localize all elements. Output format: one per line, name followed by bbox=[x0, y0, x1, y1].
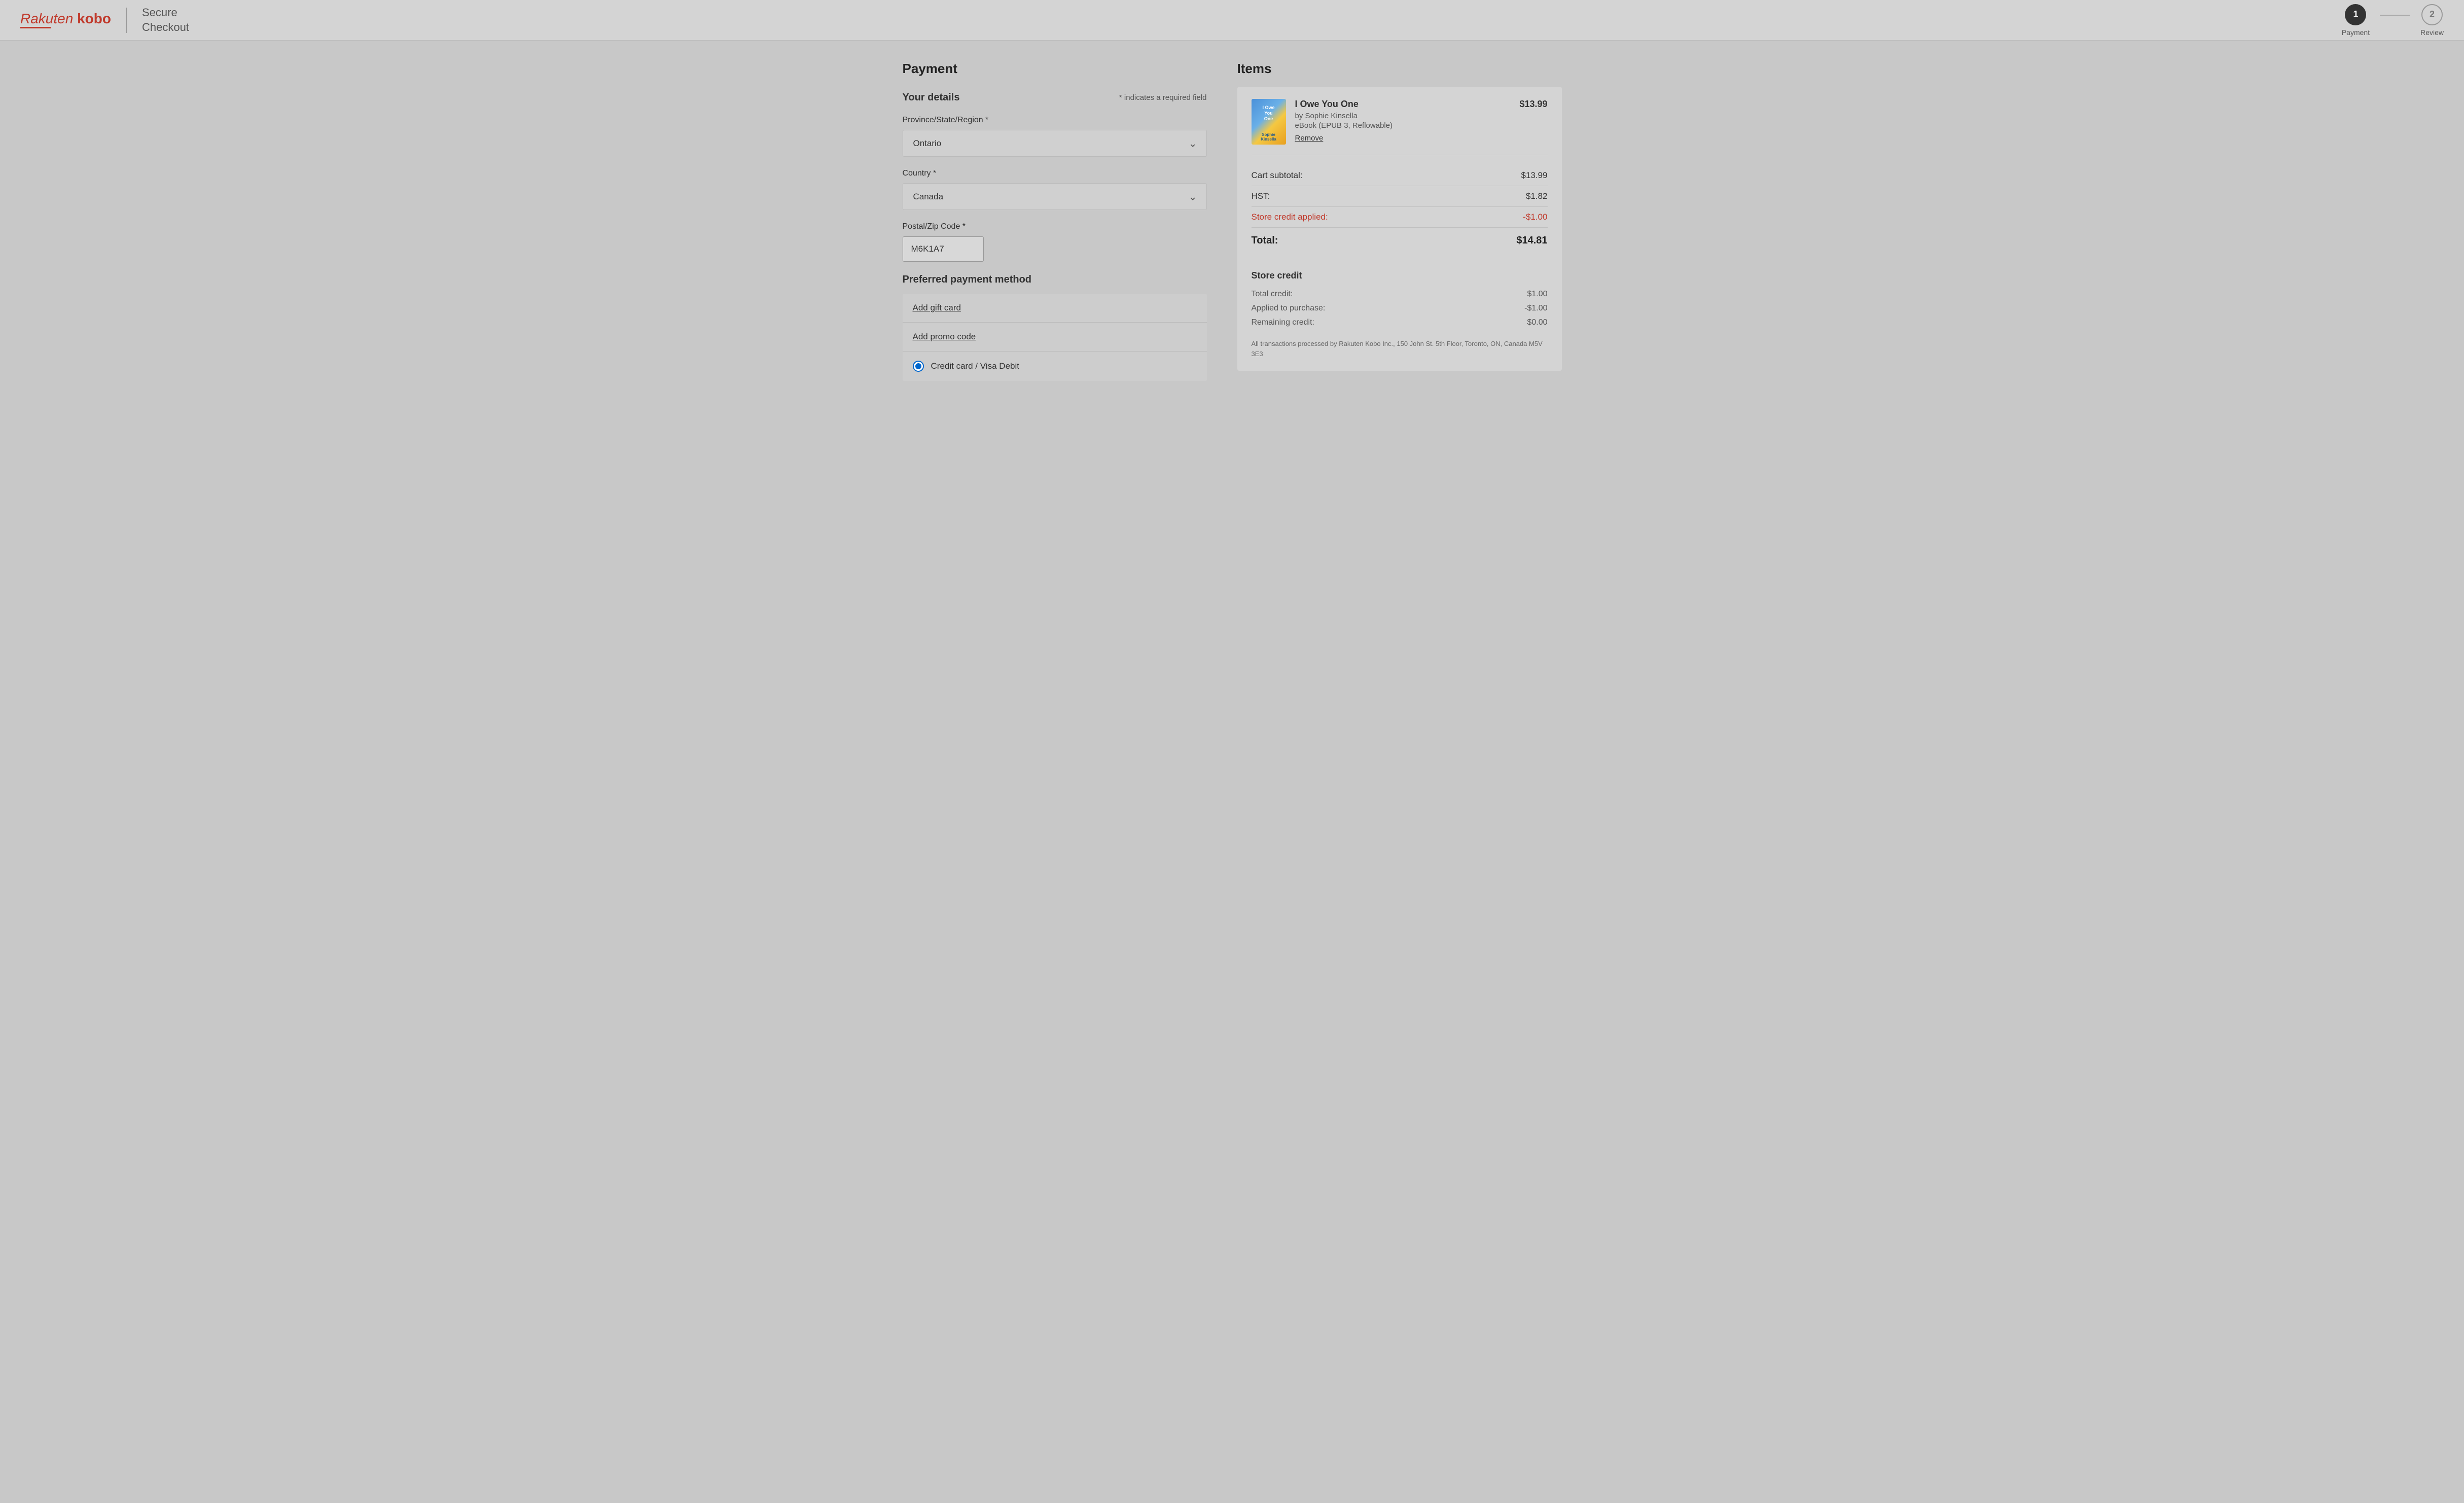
book-details: I Owe You One by Sophie Kinsella eBook (… bbox=[1295, 99, 1511, 143]
cart-subtotal-label: Cart subtotal: bbox=[1252, 170, 1303, 181]
items-title: Items bbox=[1237, 61, 1562, 77]
total-label: Total: bbox=[1252, 235, 1278, 247]
store-credit-applied-value: -$1.00 bbox=[1523, 212, 1547, 222]
promo-code-row: Add promo code bbox=[903, 323, 1207, 352]
step-payment: 1 Payment bbox=[2342, 4, 2370, 37]
applied-to-purchase-row: Applied to purchase: -$1.00 bbox=[1252, 301, 1548, 316]
book-author: by Sophie Kinsella bbox=[1295, 112, 1511, 120]
step1-circle: 1 bbox=[2345, 4, 2366, 25]
your-details-header: Your details * indicates a required fiel… bbox=[903, 92, 1207, 103]
transaction-note: All transactions processed by Rakuten Ko… bbox=[1252, 339, 1548, 359]
add-promo-code-button[interactable]: Add promo code bbox=[913, 332, 976, 342]
items-box: I OweYouOne SophieKinsella I Owe You One… bbox=[1237, 87, 1562, 371]
step1-label: Payment bbox=[2342, 28, 2370, 37]
credit-card-row[interactable]: Credit card / Visa Debit bbox=[903, 352, 1207, 381]
preferred-payment-section: Preferred payment method Add gift card A… bbox=[903, 274, 1207, 381]
logo-kobo: kobo bbox=[77, 11, 111, 26]
applied-to-purchase-value: -$1.00 bbox=[1524, 304, 1547, 313]
header-divider bbox=[126, 8, 127, 33]
postal-group: Postal/Zip Code * M6K1A7 bbox=[903, 222, 1207, 262]
header: Rakuten kobo SecureCheckout 1 Payment 2 … bbox=[0, 0, 2464, 41]
book-item-row: I OweYouOne SophieKinsella I Owe You One… bbox=[1252, 99, 1548, 155]
province-select-wrapper[interactable]: Ontario ⌄ bbox=[903, 130, 1207, 157]
book-title: I Owe You One bbox=[1295, 99, 1511, 110]
store-credit-section-title: Store credit bbox=[1252, 270, 1548, 281]
payment-title: Payment bbox=[903, 61, 1207, 77]
book-format: eBook (EPUB 3, Reflowable) bbox=[1295, 121, 1511, 130]
total-credit-value: $1.00 bbox=[1527, 290, 1547, 299]
total-row: Total: $14.81 bbox=[1252, 228, 1548, 252]
logo-text: Rakuten kobo bbox=[20, 12, 111, 26]
step-connector bbox=[2380, 15, 2410, 16]
remaining-credit-label: Remaining credit: bbox=[1252, 318, 1315, 327]
store-credit-section: Store credit Total credit: $1.00 Applied… bbox=[1252, 262, 1548, 330]
postal-label: Postal/Zip Code * bbox=[903, 222, 1207, 231]
preferred-payment-title: Preferred payment method bbox=[903, 274, 1207, 286]
right-panel: Items I OweYouOne SophieKinsella I Owe Y… bbox=[1237, 61, 1562, 383]
step-review: 2 Review bbox=[2420, 4, 2444, 37]
applied-to-purchase-label: Applied to purchase: bbox=[1252, 304, 1326, 313]
credit-card-radio[interactable] bbox=[913, 361, 924, 372]
store-credit-applied-label: Store credit applied: bbox=[1252, 212, 1328, 222]
add-gift-card-button[interactable]: Add gift card bbox=[913, 303, 961, 313]
left-panel: Payment Your details * indicates a requi… bbox=[903, 61, 1237, 383]
country-select[interactable]: Canada bbox=[903, 184, 1206, 209]
step2-label: Review bbox=[2420, 28, 2444, 37]
main-content: Payment Your details * indicates a requi… bbox=[877, 41, 1587, 403]
cart-subtotal-row: Cart subtotal: $13.99 bbox=[1252, 165, 1548, 186]
hst-label: HST: bbox=[1252, 191, 1270, 201]
step2-number: 2 bbox=[2430, 9, 2435, 20]
book-cover-text: I OweYouOne bbox=[1252, 103, 1286, 123]
total-value: $14.81 bbox=[1516, 235, 1547, 247]
your-details-title: Your details bbox=[903, 92, 960, 103]
book-price: $13.99 bbox=[1519, 99, 1547, 110]
province-label: Province/State/Region * bbox=[903, 116, 1207, 125]
radio-inner bbox=[915, 363, 921, 369]
country-select-wrapper[interactable]: Canada ⌄ bbox=[903, 183, 1207, 210]
country-label: Country * bbox=[903, 169, 1207, 178]
province-group: Province/State/Region * Ontario ⌄ bbox=[903, 116, 1207, 157]
store-credit-applied-row: Store credit applied: -$1.00 bbox=[1252, 207, 1548, 228]
cart-subtotal-value: $13.99 bbox=[1521, 170, 1548, 181]
total-credit-row: Total credit: $1.00 bbox=[1252, 287, 1548, 301]
total-credit-label: Total credit: bbox=[1252, 290, 1293, 299]
country-group: Country * Canada ⌄ bbox=[903, 169, 1207, 210]
payment-methods-box: Add gift card Add promo code Credit card… bbox=[903, 294, 1207, 381]
secure-checkout-label: SecureCheckout bbox=[142, 6, 189, 34]
postal-input[interactable]: M6K1A7 bbox=[903, 236, 984, 262]
logo[interactable]: Rakuten kobo bbox=[20, 12, 111, 28]
hst-row: HST: $1.82 bbox=[1252, 186, 1548, 207]
credit-card-label: Credit card / Visa Debit bbox=[931, 361, 1019, 371]
checkout-steps: 1 Payment 2 Review bbox=[2342, 4, 2444, 37]
book-cover: I OweYouOne SophieKinsella bbox=[1252, 99, 1286, 145]
hst-value: $1.82 bbox=[1526, 191, 1548, 201]
logo-underline bbox=[20, 27, 51, 28]
remove-item-button[interactable]: Remove bbox=[1295, 134, 1324, 143]
book-cover-author: SophieKinsella bbox=[1254, 132, 1284, 142]
step1-number: 1 bbox=[2353, 9, 2358, 20]
required-note: * indicates a required field bbox=[1119, 93, 1207, 102]
province-select[interactable]: Ontario bbox=[903, 130, 1206, 156]
step2-circle: 2 bbox=[2421, 4, 2443, 25]
logo-rakuten: Rakuten bbox=[20, 11, 73, 26]
remaining-credit-row: Remaining credit: $0.00 bbox=[1252, 316, 1548, 330]
remaining-credit-value: $0.00 bbox=[1527, 318, 1547, 327]
gift-card-row: Add gift card bbox=[903, 294, 1207, 323]
